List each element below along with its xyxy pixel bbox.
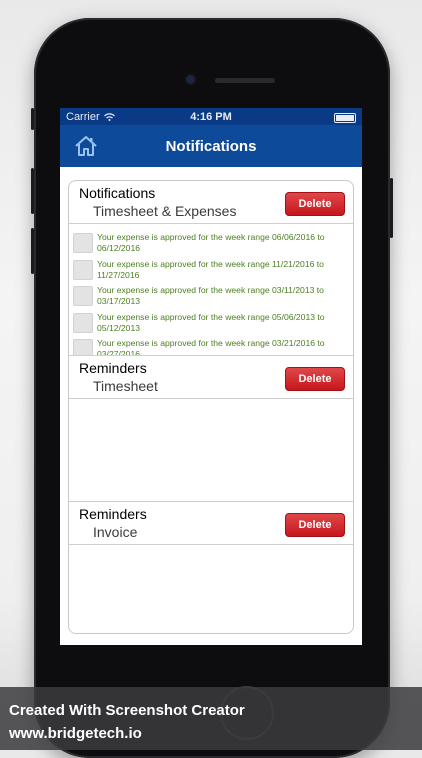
checkbox[interactable] [73,259,93,280]
mute-switch [31,108,34,130]
section-header-reminders-invoice: Reminders Invoice Delete [69,502,353,545]
volume-up-button [31,168,34,214]
home-icon[interactable] [74,134,98,158]
notification-text: Your expense is approved for the week ra… [97,258,324,280]
list-item[interactable]: Your expense is approved for the week ra… [69,232,353,259]
footer-line-1: Created With Screenshot Creator [9,702,245,719]
content-area: Notifications Timesheet & Expenses Delet… [60,167,362,634]
footer-banner: Created With Screenshot Creator www.brid… [0,687,422,750]
delete-button[interactable]: Delete [285,367,345,391]
notification-text: Your expense is approved for the week ra… [97,232,325,253]
page-title: Notifications [165,137,257,155]
power-button [390,178,393,238]
delete-button[interactable]: Delete [285,513,345,537]
checkbox[interactable] [73,286,93,306]
status-time: 4:16 PM [190,110,232,123]
delete-button[interactable]: Delete [285,192,345,216]
status-bar: Carrier 4:16 PM [60,108,362,125]
notifications-card: Notifications Timesheet & Expenses Delet… [68,180,354,634]
section-header-reminders-timesheet: Reminders Timesheet Delete [69,356,353,399]
battery-icon [334,113,356,123]
list-item[interactable]: Your expense is approved for the week ra… [69,285,353,312]
list-item[interactable]: Your expense is approved for the week ra… [69,312,353,339]
notification-text: Your expense is approved for the week ra… [97,311,325,333]
app-screen: Carrier 4:16 PM Notifications Notificati… [60,108,362,645]
nav-bar: Notifications [60,125,362,167]
section-header-notifications: Notifications Timesheet & Expenses Delet… [69,181,353,224]
checkbox[interactable] [73,339,93,355]
reminders-timesheet-list [69,399,353,502]
volume-down-button [31,228,34,274]
notification-text: Your expense is approved for the week ra… [97,338,325,356]
earpiece-speaker [215,78,275,83]
front-camera [186,75,195,84]
list-item[interactable]: Your expense is approved for the week ra… [69,259,353,286]
notification-text: Your expense is approved for the week ra… [97,285,324,306]
list-item[interactable]: Your expense is approved for the week ra… [69,338,353,356]
footer-line-2: www.bridgetech.io [9,725,142,742]
checkbox[interactable] [73,312,93,333]
checkbox[interactable] [73,233,93,253]
notification-list[interactable]: Your expense is approved for the week ra… [69,224,353,356]
